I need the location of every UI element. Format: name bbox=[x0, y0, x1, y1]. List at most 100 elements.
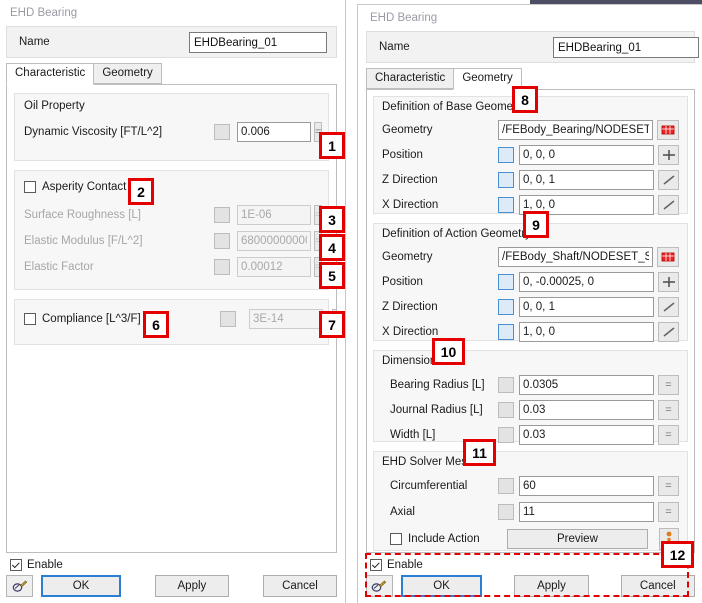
row-action-zdirection: Z Direction bbox=[382, 295, 679, 318]
base-xdirection-vector-icon[interactable] bbox=[658, 194, 679, 215]
row-action-position: Position bbox=[382, 270, 679, 293]
tab-characteristic-left[interactable]: Characteristic bbox=[6, 63, 95, 85]
elastic-modulus-toggle[interactable] bbox=[214, 233, 230, 249]
bearing-radius-input[interactable] bbox=[519, 374, 654, 395]
compliance-input[interactable] bbox=[249, 309, 323, 329]
right-button-row: OK Apply Cancel bbox=[366, 575, 695, 597]
row-base-position: Position bbox=[382, 143, 679, 166]
tab-characteristic-right[interactable]: Characteristic bbox=[366, 68, 455, 89]
annotation-badge-6: 6 bbox=[143, 311, 169, 338]
circumferential-expression-button[interactable]: = bbox=[658, 476, 679, 496]
include-action-checkbox[interactable] bbox=[390, 533, 402, 545]
axial-toggle[interactable] bbox=[498, 504, 514, 520]
right-ok-button[interactable]: OK bbox=[400, 575, 483, 597]
right-apply-button[interactable]: Apply bbox=[514, 575, 589, 597]
base-xdirection-toggle[interactable] bbox=[498, 196, 514, 213]
left-cancel-button[interactable]: Cancel bbox=[262, 575, 337, 597]
action-position-input[interactable] bbox=[519, 271, 654, 292]
row-dynamic-viscosity: Dynamic Viscosity [FT/L^2] = bbox=[24, 120, 323, 144]
right-dialog-title: EHD Bearing bbox=[370, 12, 438, 24]
action-xdirection-toggle[interactable] bbox=[498, 323, 514, 340]
base-zdirection-vector-icon[interactable] bbox=[658, 169, 679, 190]
circumferential-input[interactable] bbox=[519, 476, 654, 496]
bearing-radius-expression-button[interactable]: = bbox=[658, 374, 679, 395]
brush-icon-right[interactable] bbox=[366, 575, 393, 597]
width-toggle[interactable] bbox=[498, 426, 514, 443]
width-input[interactable] bbox=[519, 424, 654, 445]
compliance-checkbox[interactable] bbox=[24, 313, 36, 325]
oil-property-title: Oil Property bbox=[24, 100, 85, 112]
action-geometry-label: Geometry bbox=[382, 251, 433, 263]
base-mesh-picker-icon[interactable] bbox=[657, 120, 679, 140]
action-mesh-picker-icon[interactable] bbox=[657, 247, 679, 267]
journal-radius-input[interactable] bbox=[519, 399, 654, 420]
preview-button[interactable]: Preview bbox=[507, 529, 648, 549]
row-bearing-radius: Bearing Radius [L] = bbox=[382, 373, 679, 396]
row-journal-radius: Journal Radius [L] = bbox=[382, 398, 679, 421]
compliance-toggle[interactable] bbox=[220, 311, 236, 327]
action-xdirection-input[interactable] bbox=[519, 321, 654, 342]
left-dialog-title: EHD Bearing bbox=[10, 7, 78, 19]
right-enable-row[interactable]: Enable bbox=[370, 559, 695, 571]
surface-roughness-input[interactable] bbox=[237, 205, 311, 225]
elastic-factor-input[interactable] bbox=[237, 257, 311, 277]
base-zdirection-label: Z Direction bbox=[382, 173, 438, 186]
left-apply-button[interactable]: Apply bbox=[154, 575, 229, 597]
action-geometry-input[interactable] bbox=[498, 247, 653, 267]
base-position-crosshair-icon[interactable] bbox=[658, 144, 679, 165]
axial-expression-button[interactable]: = bbox=[658, 502, 679, 522]
dynamic-viscosity-label: Dynamic Viscosity [FT/L^2] bbox=[24, 126, 163, 138]
row-action-xdirection: X Direction bbox=[382, 320, 679, 343]
annotation-badge-3: 3 bbox=[319, 206, 345, 233]
action-position-toggle[interactable] bbox=[498, 273, 514, 290]
compliance-row: Compliance [L^3/F] = bbox=[24, 308, 336, 330]
left-enable-row[interactable]: Enable bbox=[10, 559, 337, 571]
elastic-modulus-input[interactable] bbox=[237, 231, 311, 251]
left-enable-checkbox[interactable] bbox=[10, 559, 22, 571]
annotation-badge-2: 2 bbox=[128, 178, 154, 205]
right-cancel-button[interactable]: Cancel bbox=[620, 575, 695, 597]
left-dialog-titlebar: EHD Bearing bbox=[0, 0, 345, 26]
elastic-factor-toggle[interactable] bbox=[214, 259, 230, 275]
bearing-radius-label: Bearing Radius [L] bbox=[390, 378, 485, 391]
row-elastic-factor: Elastic Factor = bbox=[24, 255, 323, 279]
asperity-contact-checkbox-row[interactable]: Asperity Contact bbox=[24, 177, 319, 197]
tab-geometry-left[interactable]: Geometry bbox=[93, 63, 162, 84]
action-zdirection-toggle[interactable] bbox=[498, 298, 514, 315]
annotation-badge-11: 11 bbox=[463, 439, 496, 466]
base-xdirection-label: X Direction bbox=[382, 198, 439, 211]
asperity-contact-checkbox[interactable] bbox=[24, 181, 36, 193]
left-name-input[interactable] bbox=[189, 32, 327, 53]
action-zdirection-vector-icon[interactable] bbox=[658, 296, 679, 317]
base-position-input[interactable] bbox=[519, 144, 654, 165]
dimension-title: Dimension bbox=[382, 355, 437, 367]
journal-radius-expression-button[interactable]: = bbox=[658, 399, 679, 420]
brush-icon[interactable] bbox=[6, 575, 34, 597]
surface-roughness-label: Surface Roughness [L] bbox=[24, 209, 141, 221]
action-position-crosshair-icon[interactable] bbox=[658, 271, 679, 292]
base-zdirection-toggle[interactable] bbox=[498, 171, 514, 188]
journal-radius-label: Journal Radius [L] bbox=[390, 403, 483, 416]
ehd-solver-mesh-title: EHD Solver Mesh bbox=[382, 456, 474, 468]
base-geometry-label: Geometry bbox=[382, 124, 433, 136]
journal-radius-toggle[interactable] bbox=[498, 401, 514, 418]
left-ok-button[interactable]: OK bbox=[41, 575, 121, 597]
action-xdirection-vector-icon[interactable] bbox=[658, 321, 679, 342]
right-enable-checkbox[interactable] bbox=[370, 559, 382, 571]
base-geometry-input[interactable] bbox=[498, 120, 653, 140]
group-compliance: Compliance [L^3/F] = bbox=[14, 299, 336, 345]
action-zdirection-input[interactable] bbox=[519, 296, 654, 317]
base-zdirection-input[interactable] bbox=[519, 169, 654, 190]
right-name-input[interactable] bbox=[553, 37, 699, 58]
width-expression-button[interactable]: = bbox=[658, 424, 679, 445]
action-position-label: Position bbox=[382, 275, 423, 288]
base-position-toggle[interactable] bbox=[498, 146, 514, 163]
circumferential-toggle[interactable] bbox=[498, 478, 514, 494]
axial-label: Axial bbox=[390, 506, 415, 518]
dynamic-viscosity-input[interactable] bbox=[237, 122, 311, 142]
bearing-radius-toggle[interactable] bbox=[498, 376, 514, 393]
axial-input[interactable] bbox=[519, 502, 654, 522]
dynamic-viscosity-toggle[interactable] bbox=[214, 124, 230, 140]
surface-roughness-toggle[interactable] bbox=[214, 207, 230, 223]
row-axial: Axial = bbox=[382, 500, 679, 524]
